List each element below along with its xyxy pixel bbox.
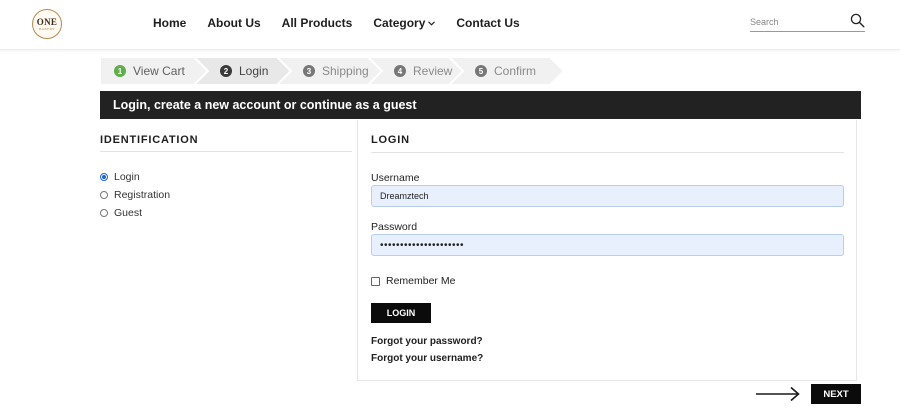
login-divider	[371, 152, 844, 153]
nav-home[interactable]: Home	[153, 16, 186, 30]
step-number-badge: 1	[114, 65, 126, 77]
forgot-username-link[interactable]: Forgot your username?	[371, 353, 483, 364]
brand-logo[interactable]: ONE BAKERY	[32, 9, 62, 39]
step-number-badge: 3	[303, 65, 315, 77]
step-shipping[interactable]: 3 Shipping	[277, 57, 382, 85]
radio-registration-option[interactable]: Registration	[100, 189, 170, 201]
remember-me-label: Remember Me	[386, 275, 456, 287]
radio-registration[interactable]	[100, 191, 108, 199]
nav-category[interactable]: Category	[373, 16, 436, 30]
radio-registration-label: Registration	[114, 189, 171, 201]
chevron-down-icon	[428, 20, 436, 26]
login-title: LOGIN	[371, 134, 410, 146]
logo-main-text: ONE	[36, 16, 58, 27]
username-label: Username	[371, 172, 420, 184]
step-number-badge: 4	[394, 65, 406, 77]
step-content: 1 View Cart	[114, 64, 185, 78]
next-button[interactable]: NEXT	[811, 384, 861, 404]
search-icon[interactable]	[850, 13, 865, 28]
nav-contact-us[interactable]: Contact Us	[456, 16, 519, 30]
main-nav: Home About Us All Products Category Cont…	[153, 16, 520, 30]
step-confirm[interactable]: 5 Confirm	[449, 57, 564, 85]
radio-login-option[interactable]: Login	[100, 171, 140, 183]
nav-about-us[interactable]: About Us	[207, 16, 260, 30]
remember-me[interactable]: Remember Me	[371, 275, 455, 287]
step-label: Shipping	[322, 64, 369, 78]
step-label: Confirm	[494, 64, 537, 78]
arrow-right-icon	[755, 386, 801, 407]
login-panel: LOGIN Username Password Remember Me LOGI…	[357, 120, 857, 381]
radio-guest-label: Guest	[114, 207, 143, 219]
step-number-badge: 5	[475, 65, 487, 77]
step-content: 5 Confirm	[475, 64, 536, 78]
step-content: 2 Login	[220, 64, 268, 78]
username-field[interactable]	[371, 185, 844, 207]
radio-login-label: Login	[114, 171, 140, 183]
logo-sub-text: BAKERY	[39, 26, 55, 31]
nav-category-label: Category	[373, 16, 426, 30]
step-label: View Cart	[133, 64, 185, 78]
search-input[interactable]	[750, 14, 845, 29]
checkout-banner: Login, create a new account or continue …	[100, 91, 861, 119]
remember-me-checkbox[interactable]	[371, 276, 380, 286]
nav-all-products[interactable]: All Products	[282, 16, 353, 30]
radio-login[interactable]	[100, 173, 108, 181]
step-content: 4 Review	[394, 64, 452, 78]
identification-title: IDENTIFICATION	[100, 134, 199, 146]
step-view-cart[interactable]: 1 View Cart	[100, 57, 208, 85]
search-box	[750, 12, 865, 32]
step-number-badge: 2	[220, 65, 232, 77]
radio-guest-option[interactable]: Guest	[100, 207, 142, 219]
step-content: 3 Shipping	[303, 64, 369, 78]
forgot-password-link[interactable]: Forgot your password?	[371, 336, 483, 347]
site-header: ONE BAKERY Home About Us All Products Ca…	[0, 0, 900, 50]
password-field[interactable]	[371, 234, 844, 256]
radio-guest[interactable]	[100, 209, 108, 217]
password-label: Password	[371, 221, 418, 233]
step-label: Login	[239, 64, 269, 78]
step-label: Review	[413, 64, 453, 78]
login-button[interactable]: LOGIN	[371, 303, 431, 323]
identification-divider	[100, 151, 352, 152]
